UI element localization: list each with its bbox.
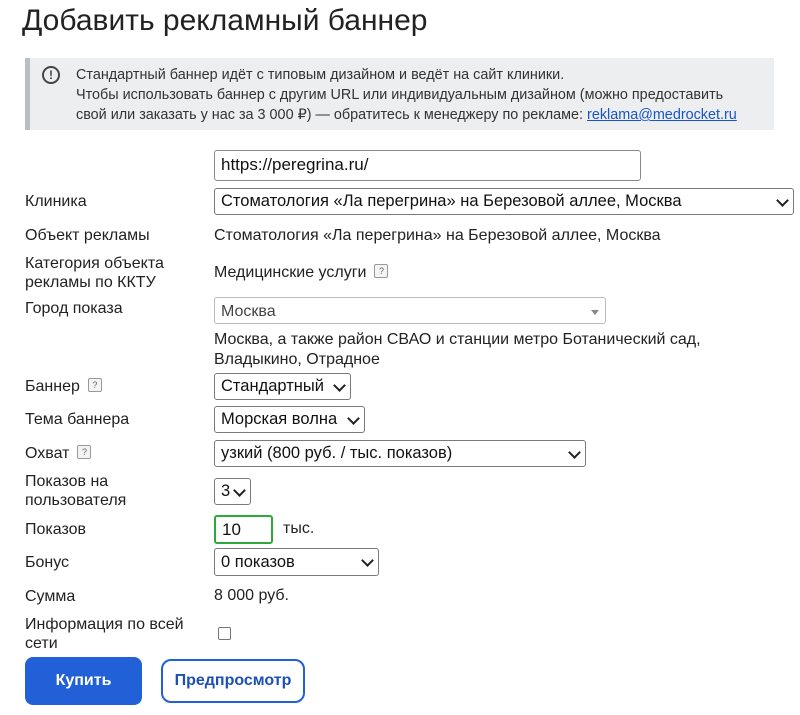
url-input[interactable]: https://peregrina.ru/ bbox=[214, 150, 641, 181]
per-user-select-value: 3 bbox=[221, 482, 231, 500]
total-value: 8 000 руб. bbox=[214, 587, 289, 604]
notice-line-3-text: свой или заказать у нас за 3 000 ₽) — об… bbox=[76, 107, 588, 123]
theme-select[interactable]: Морская волна bbox=[214, 406, 365, 433]
help-icon[interactable]: ? bbox=[87, 377, 102, 392]
impressions-input[interactable]: 10 bbox=[214, 515, 273, 544]
city-select-value: Москва bbox=[221, 303, 276, 320]
ktru-category-label-line1: Категория объекта bbox=[25, 255, 164, 272]
network-info-checkbox[interactable] bbox=[218, 627, 231, 640]
chevron-down-icon bbox=[333, 378, 346, 392]
chevron-down-icon bbox=[347, 411, 360, 425]
triangle-down-icon bbox=[591, 310, 599, 315]
city-coverage-line1: Москва, а также район СВАО и станции мет… bbox=[214, 331, 701, 348]
ktru-category-value: Медицинские услуги bbox=[214, 264, 367, 281]
network-info-label-line1: Информация по всей bbox=[25, 616, 184, 633]
notice-line-3: свой или заказать у нас за 3 000 ₽) — об… bbox=[76, 105, 766, 125]
theme-label: Тема баннера bbox=[25, 411, 130, 428]
city-label: Город показа bbox=[25, 300, 123, 317]
city-select[interactable]: Москва bbox=[214, 297, 606, 324]
reach-select[interactable]: узкий (800 руб. / тыс. показов) bbox=[214, 440, 586, 467]
url-input-value: https://peregrina.ru/ bbox=[221, 155, 369, 174]
impressions-label: Показов bbox=[25, 521, 87, 538]
clinic-label: Клиника bbox=[25, 193, 87, 210]
per-user-label: Показов на пользователя bbox=[25, 472, 126, 510]
network-info-label-line2: сети bbox=[25, 635, 58, 652]
info-notice: ! Стандартный баннер идёт с типовым диза… bbox=[25, 58, 774, 130]
ad-object-value: Стоматология «Ла перегрина» на Березовой… bbox=[214, 227, 661, 244]
reach-label-row: Охват? bbox=[25, 444, 92, 463]
clinic-select-value: Стоматология «Ла перегрина» на Березовой… bbox=[221, 192, 682, 210]
total-label: Сумма bbox=[25, 588, 76, 605]
reach-label: Охват bbox=[25, 445, 70, 462]
manager-email-link[interactable]: reklama@medrocket.ru bbox=[587, 107, 737, 123]
ktru-category-label: Категория объекта рекламы по ККТУ bbox=[25, 254, 164, 292]
notice-text: Стандартный баннер идёт с типовым дизайн… bbox=[76, 65, 766, 125]
banner-label-row: Баннер? bbox=[25, 377, 102, 396]
network-info-label: Информация по всей сети bbox=[25, 615, 184, 653]
chevron-down-icon bbox=[776, 193, 789, 207]
ktru-category-label-line2: рекламы по ККТУ bbox=[25, 274, 156, 291]
impressions-input-value: 10 bbox=[222, 520, 241, 539]
reach-select-value: узкий (800 руб. / тыс. показов) bbox=[221, 444, 453, 462]
per-user-label-line1: Показов на bbox=[25, 473, 109, 490]
chevron-down-icon bbox=[233, 483, 246, 497]
per-user-select[interactable]: 3 bbox=[214, 478, 251, 505]
bonus-select-value: 0 показов bbox=[221, 553, 295, 571]
info-icon: ! bbox=[42, 66, 60, 84]
banner-label: Баннер bbox=[25, 378, 80, 395]
clinic-select[interactable]: Стоматология «Ла перегрина» на Березовой… bbox=[214, 188, 794, 215]
banner-select-value: Стандартный bbox=[221, 377, 324, 395]
bonus-label: Бонус bbox=[25, 554, 70, 571]
impressions-unit: тыс. bbox=[283, 520, 315, 537]
notice-line-1: Стандартный баннер идёт с типовым дизайн… bbox=[76, 67, 565, 83]
chevron-down-icon bbox=[361, 554, 374, 567]
city-coverage-line2: Владыкино, Отрадное bbox=[214, 351, 380, 368]
page-title: Добавить рекламный баннер bbox=[22, 4, 428, 37]
city-coverage: Москва, а также район СВАО и станции мет… bbox=[214, 330, 701, 370]
help-icon[interactable]: ? bbox=[77, 444, 92, 459]
chevron-down-icon bbox=[568, 445, 581, 459]
theme-select-value: Морская волна bbox=[221, 410, 338, 428]
per-user-label-line2: пользователя bbox=[25, 492, 127, 509]
ktru-category-value-row: Медицинские услуги? bbox=[214, 263, 389, 283]
ad-object-label: Объект рекламы bbox=[25, 227, 150, 244]
preview-button[interactable]: Предпросмотр bbox=[161, 659, 305, 703]
bonus-select[interactable]: 0 показов bbox=[214, 548, 379, 576]
buy-button[interactable]: Купить bbox=[25, 657, 142, 705]
help-icon[interactable]: ? bbox=[374, 263, 389, 278]
notice-line-2: Чтобы использовать баннер с другим URL и… bbox=[76, 87, 724, 103]
banner-select[interactable]: Стандартный bbox=[214, 373, 351, 400]
